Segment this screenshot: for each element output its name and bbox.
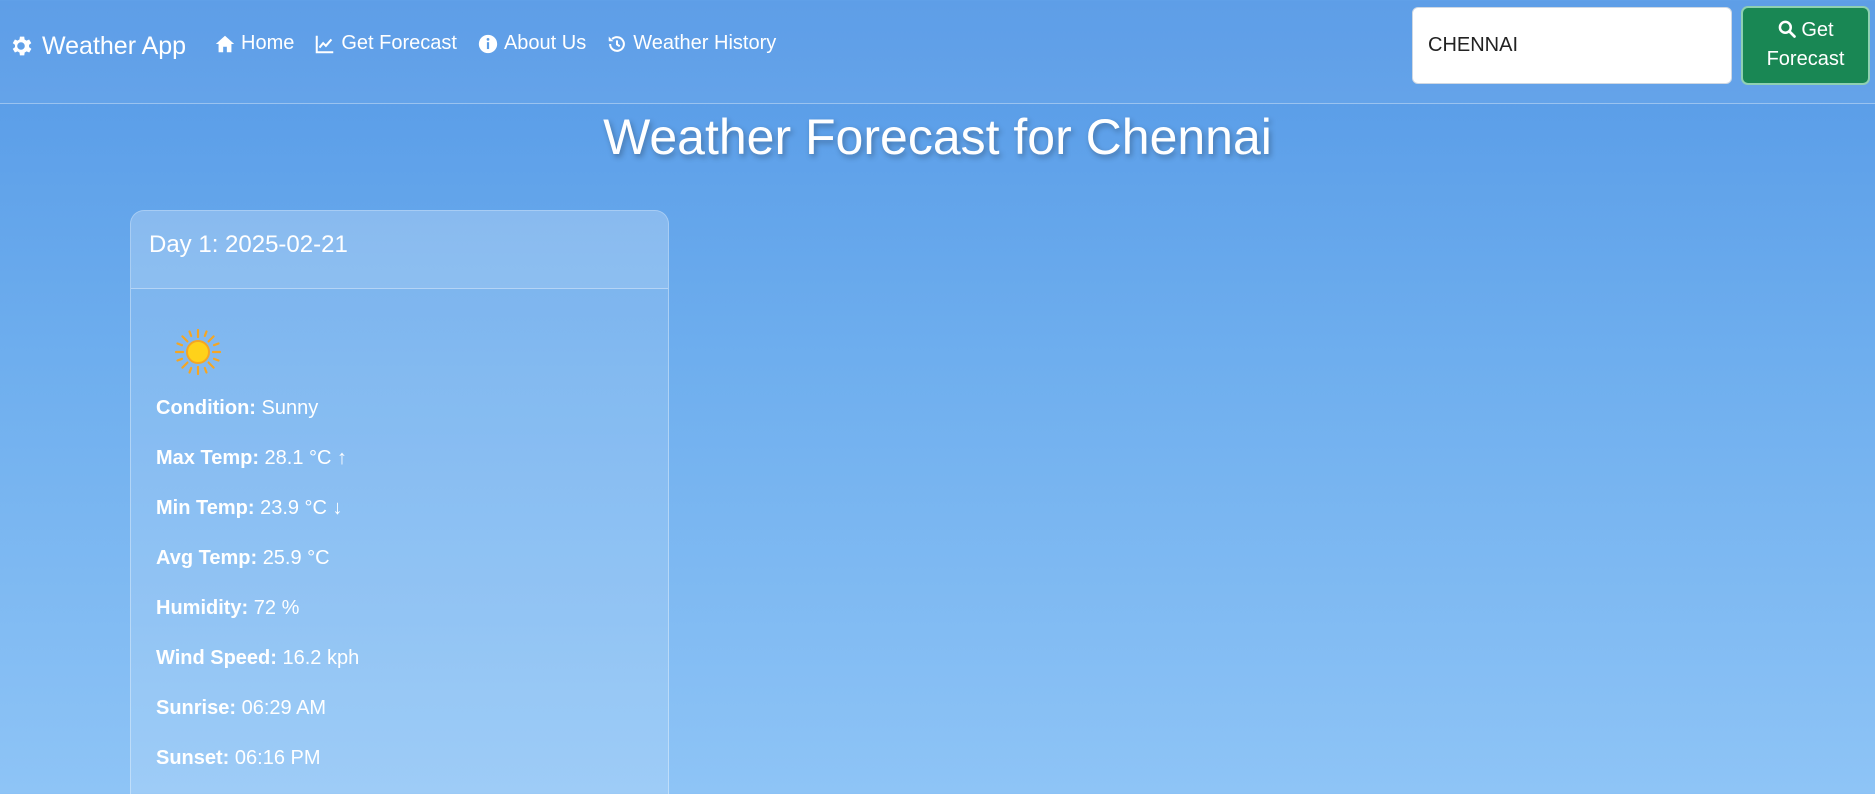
get-forecast-button-label-2: Forecast <box>1766 48 1845 70</box>
min-temp-label: Min Temp: <box>156 497 255 519</box>
sunrise-label: Sunrise: <box>156 697 237 719</box>
gear-icon <box>12 36 32 56</box>
nav-get-forecast[interactable]: Get Forecast <box>314 32 457 55</box>
forecast-card: Day 1: 2025-02-21 Condition: Sunny Max T… <box>130 210 669 794</box>
nav-home[interactable]: Home <box>214 32 294 55</box>
brand-link[interactable]: Weather App <box>8 30 186 62</box>
city-search-input[interactable] <box>1412 7 1732 84</box>
sunset-label: Sunset: <box>156 747 230 769</box>
humidity-value: 72 % <box>253 597 300 619</box>
forecast-row-sunrise: Sunrise: 06:29 AM <box>156 683 643 733</box>
navbar: Weather App Home Get Forecast About Us W… <box>0 0 1875 104</box>
avg-temp-value: 25.9 °C <box>262 547 330 569</box>
sunset-value: 06:16 PM <box>234 747 321 769</box>
forecast-card-header: Day 1: 2025-02-21 <box>131 211 668 289</box>
nav-links: Home Get Forecast About Us Weather Histo… <box>214 32 776 55</box>
forecast-row-condition: Condition: Sunny <box>156 383 643 433</box>
nav-get-forecast-label: Get Forecast <box>341 32 457 54</box>
nav-home-label: Home <box>241 32 295 54</box>
max-temp-value: 28.1 °C ↑ <box>264 447 348 469</box>
get-forecast-button-label-1: Get <box>1801 19 1834 41</box>
avg-temp-label: Avg Temp: <box>156 547 258 569</box>
search-icon <box>1779 20 1797 38</box>
forecast-row-wind-speed: Wind Speed: 16.2 kph <box>156 633 643 683</box>
forecast-row-min-temp: Min Temp: 23.9 °C ↓ <box>156 483 643 533</box>
history-icon <box>608 35 626 52</box>
condition-label: Condition: <box>156 397 256 419</box>
max-temp-label: Max Temp: <box>156 447 259 469</box>
nav-about-us-label: About Us <box>503 32 587 54</box>
page-title: Weather Forecast for Chennai <box>603 109 1272 165</box>
condition-value: Sunny <box>261 397 319 419</box>
forecast-card-body: Condition: Sunny Max Temp: 28.1 °C ↑ Min… <box>131 289 668 783</box>
home-icon <box>215 35 235 52</box>
nav-about-us[interactable]: About Us <box>477 32 586 55</box>
info-icon <box>478 34 498 53</box>
nav-weather-history-label: Weather History <box>633 32 777 54</box>
forecast-row-max-temp: Max Temp: 28.1 °C ↑ <box>156 433 643 483</box>
forecast-row-sunset: Sunset: 06:16 PM <box>156 733 643 783</box>
forecast-row-avg-temp: Avg Temp: 25.9 °C <box>156 533 643 583</box>
min-temp-value: 23.9 °C ↓ <box>260 497 343 519</box>
nav-weather-history[interactable]: Weather History <box>606 32 776 55</box>
wind-speed-label: Wind Speed: <box>156 647 277 669</box>
line-chart-icon <box>316 35 334 53</box>
sun-icon <box>174 328 222 376</box>
wind-speed-value: 16.2 kph <box>282 647 360 669</box>
brand-label: Weather App <box>42 31 187 60</box>
get-forecast-button[interactable]: Get Forecast <box>1741 6 1870 85</box>
forecast-row-humidity: Humidity: 72 % <box>156 583 643 633</box>
sunrise-value: 06:29 AM <box>241 697 327 719</box>
humidity-label: Humidity: <box>156 597 249 619</box>
